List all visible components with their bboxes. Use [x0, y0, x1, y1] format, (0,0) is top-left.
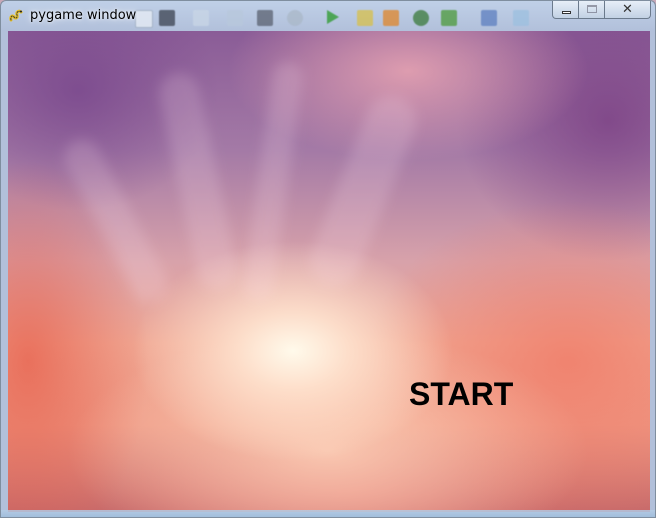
- window-bottom-border: [1, 510, 655, 517]
- window-controls: ✕: [552, 1, 651, 21]
- pygame-window: pygame window ✕ START: [0, 0, 656, 518]
- minimize-icon: [562, 11, 571, 14]
- title-bar[interactable]: pygame window ✕: [1, 1, 655, 31]
- pygame-snake-icon: [8, 7, 24, 23]
- game-canvas[interactable]: START: [8, 31, 650, 512]
- window-title: pygame window: [30, 8, 137, 23]
- light-streak: [155, 69, 241, 293]
- close-button[interactable]: ✕: [605, 1, 651, 19]
- close-icon: ✕: [622, 2, 633, 17]
- minimize-button[interactable]: [552, 1, 579, 19]
- start-button[interactable]: START: [409, 376, 513, 413]
- light-streak: [57, 133, 175, 309]
- light-streak: [302, 88, 424, 294]
- light-streak: [241, 60, 305, 302]
- maximize-button[interactable]: [579, 1, 605, 19]
- maximize-icon: [587, 5, 597, 13]
